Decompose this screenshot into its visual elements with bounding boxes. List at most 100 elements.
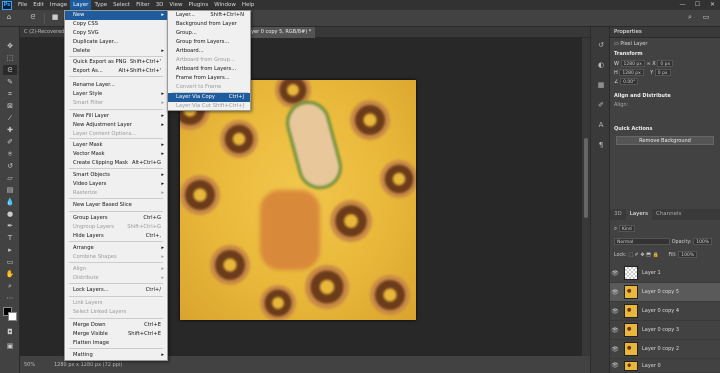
menu-filter[interactable]: Filter xyxy=(133,0,153,10)
menu-help[interactable]: Help xyxy=(239,0,258,10)
layer-menu-item[interactable]: Create Clipping Mask Alt+Ctrl+G xyxy=(65,159,167,168)
visibility-eye-icon[interactable]: 👁 xyxy=(610,289,620,296)
zoom-level[interactable]: 50% xyxy=(20,362,50,368)
visibility-eye-icon[interactable]: 👁 xyxy=(610,308,620,315)
layer-menu-item[interactable]: Hide Layers Ctrl+, xyxy=(65,232,167,241)
layer-menu-item[interactable]: New ▸ xyxy=(65,11,167,20)
properties-header[interactable]: Properties xyxy=(610,27,720,38)
eyedropper-icon[interactable]: ⁄ xyxy=(3,113,17,123)
layer-menu-item[interactable]: Layer Mask ▸ xyxy=(65,141,167,150)
blur-tool-icon[interactable]: 💧 xyxy=(3,197,17,207)
swatches-icon[interactable]: ▦ xyxy=(595,81,607,91)
layer-menu-item[interactable]: Copy SVG xyxy=(65,29,167,38)
layer-menu-item[interactable]: New Fill Layer ▸ xyxy=(65,112,167,121)
layer-row[interactable]: 👁 Layer 0 xyxy=(610,359,720,373)
clone-stamp-icon[interactable]: ⍟ xyxy=(3,149,17,159)
layer-row[interactable]: 👁 Layer 0 copy 5 xyxy=(610,283,720,302)
close-icon[interactable]: ✕ xyxy=(705,0,720,10)
eraser-tool-icon[interactable]: ▱ xyxy=(3,173,17,183)
tab-layers[interactable]: Layers xyxy=(625,209,652,220)
layer-menu-item[interactable]: Duplicate Layer... xyxy=(65,38,167,47)
menu-window[interactable]: Window xyxy=(211,0,239,10)
character-icon[interactable]: A xyxy=(595,121,607,131)
fill-field[interactable]: 100% xyxy=(678,251,698,258)
background-color-swatch[interactable] xyxy=(8,312,17,321)
dodge-tool-icon[interactable]: ● xyxy=(3,209,17,219)
more-tools-icon[interactable]: ⋯ xyxy=(3,293,17,303)
gradient-tool-icon[interactable]: ▤ xyxy=(3,185,17,195)
menu-image[interactable]: Image xyxy=(47,0,70,10)
layer-row[interactable]: 👁 Layer 0 copy 2 xyxy=(610,340,720,359)
layer-menu-item[interactable]: Flatten Image xyxy=(65,339,167,348)
marquee-tool-icon[interactable]: ⬚ xyxy=(3,53,17,63)
minimize-icon[interactable]: — xyxy=(675,0,690,10)
layer-menu-item[interactable]: New Adjustment Layer ▸ xyxy=(65,121,167,130)
vertical-scrollbar[interactable] xyxy=(582,38,590,356)
visibility-eye-icon[interactable]: 👁 xyxy=(610,362,620,369)
quick-actions-title[interactable]: Quick Actions xyxy=(610,126,720,132)
crop-tool-icon[interactable]: ⌗ xyxy=(3,89,17,99)
filter-kind-select[interactable]: Kind xyxy=(618,225,635,232)
history-icon[interactable]: ↺ xyxy=(595,41,607,51)
layer-menu-item[interactable]: Copy CSS xyxy=(65,20,167,29)
visibility-eye-icon[interactable]: 👁 xyxy=(610,270,620,277)
document-image[interactable] xyxy=(180,80,416,320)
angle-field[interactable]: 0.00° xyxy=(620,78,639,85)
new-submenu-item[interactable]: Artboard... xyxy=(168,47,250,56)
layer-menu-item[interactable]: Layer Style ▸ xyxy=(65,90,167,99)
layer-menu-item[interactable]: Rename Layer... xyxy=(65,81,167,90)
maximize-icon[interactable]: ☐ xyxy=(690,0,705,10)
layer-row[interactable]: 👁 Layer 0 copy 4 xyxy=(610,302,720,321)
adjustments-icon[interactable]: ◐ xyxy=(595,61,607,71)
layer-menu-item[interactable]: Merge Down Ctrl+E xyxy=(65,321,167,330)
layer-menu-item[interactable]: Delete ▸ xyxy=(65,47,167,56)
new-submenu-item[interactable]: Layer Via Copy Ctrl+J xyxy=(168,93,250,102)
menu-plugins[interactable]: Plugins xyxy=(185,0,211,10)
menu-view[interactable]: View xyxy=(166,0,185,10)
new-submenu-item[interactable]: Layer... Shift+Ctrl+N xyxy=(168,11,250,20)
rectangle-tool-icon[interactable]: ▭ xyxy=(3,257,17,267)
quick-select-icon[interactable]: ✎ xyxy=(3,77,17,87)
pen-tool-icon[interactable]: ✒ xyxy=(3,221,17,231)
menu-file[interactable]: File xyxy=(15,0,30,10)
paragraph-icon[interactable]: ¶ xyxy=(595,141,607,151)
layer-menu-item[interactable]: Matting ▸ xyxy=(65,351,167,360)
blend-mode-select[interactable]: Normal xyxy=(614,238,670,245)
new-submenu-item[interactable]: Background from Layer xyxy=(168,20,250,29)
layer-menu-item[interactable]: Arrange ▸ xyxy=(65,244,167,253)
height-field[interactable]: 1280 px xyxy=(619,69,644,76)
opacity-field[interactable]: 100% xyxy=(693,238,713,245)
layer-name[interactable]: Layer 0 copy 2 xyxy=(642,346,679,352)
x-field[interactable]: 0 px xyxy=(657,60,674,67)
menu-layer[interactable]: Layer xyxy=(70,0,92,10)
layer-menu-item[interactable]: Video Layers ▸ xyxy=(65,180,167,189)
zoom-tool-icon[interactable]: ⌕ xyxy=(3,281,17,291)
workspace-icon[interactable]: ▭ xyxy=(699,13,713,24)
new-selection-icon[interactable]: ■ xyxy=(48,13,62,24)
layer-name[interactable]: Layer 1 xyxy=(642,270,661,276)
menu-type[interactable]: Type xyxy=(91,0,110,10)
layer-menu-item[interactable]: Smart Objects ▸ xyxy=(65,171,167,180)
brush-settings-icon[interactable]: ✐ xyxy=(595,101,607,111)
layer-name[interactable]: Layer 0 copy 4 xyxy=(642,308,679,314)
lasso-tool-icon[interactable]: ᘓ xyxy=(3,65,17,75)
layer-row[interactable]: 👁 Layer 0 copy 3 xyxy=(610,321,720,340)
healing-brush-icon[interactable]: ✚ xyxy=(3,125,17,135)
layer-menu-item[interactable]: Group Layers Ctrl+G xyxy=(65,214,167,223)
tab-3d[interactable]: 3D xyxy=(610,209,626,220)
transform-section-title[interactable]: Transform xyxy=(610,51,720,57)
quick-mask-icon[interactable]: ◘ xyxy=(3,327,17,337)
width-field[interactable]: 1280 px xyxy=(620,60,645,67)
remove-background-button[interactable]: Remove Background xyxy=(616,136,714,145)
move-tool-icon[interactable]: ✥ xyxy=(3,41,17,51)
frame-tool-icon[interactable]: ⊠ xyxy=(3,101,17,111)
new-submenu-item[interactable]: Artboard from Layers... xyxy=(168,65,250,74)
new-submenu-item[interactable]: Frame from Layers... xyxy=(168,74,250,83)
menu-3d[interactable]: 3D xyxy=(153,0,167,10)
search-icon[interactable]: ⌕ xyxy=(683,13,697,24)
y-field[interactable]: 0 px xyxy=(654,69,671,76)
hand-tool-icon[interactable]: ✋ xyxy=(3,269,17,279)
brush-tool-icon[interactable]: ✐ xyxy=(3,137,17,147)
layer-name[interactable]: Layer 0 copy 5 xyxy=(642,289,679,295)
lasso-tool-icon[interactable]: ᘓ xyxy=(26,13,40,24)
